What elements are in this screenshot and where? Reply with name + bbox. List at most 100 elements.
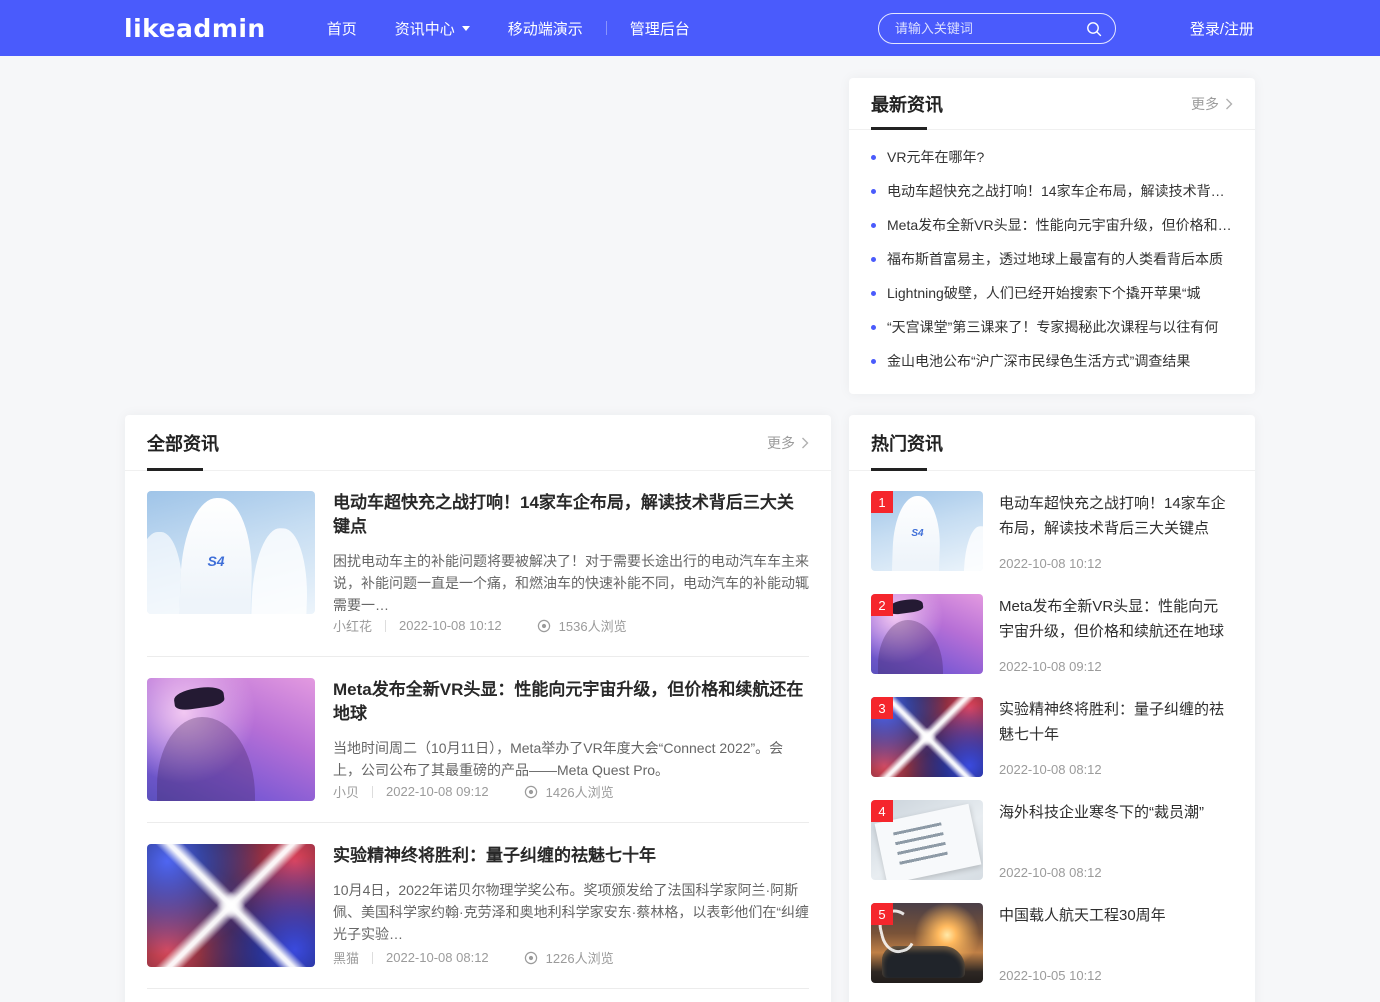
list-item[interactable]: “天宫课堂”第三课来了！专家揭秘此次课程与以往有何 (871, 310, 1233, 344)
bullet-dot-icon (871, 359, 876, 364)
all-news-title: 全部资讯 (147, 430, 219, 456)
title-underline (871, 468, 927, 471)
nav-item-home[interactable]: 首页 (308, 0, 376, 56)
hot-item-title: 中国载人航天工程30周年 (999, 903, 1233, 928)
hot-news-panel: 热门资讯 1 电动车超快充之战打响！14家车企布局，解读技术背后三大关键点 20… (849, 415, 1255, 1002)
article-thumbnail (147, 678, 315, 801)
article-list: 电动车超快充之战打响！14家车企布局，解读技术背后三大关键点 困扰电动车主的补能… (125, 471, 831, 1002)
article-date: 2022-10-08 10:12 (399, 618, 502, 633)
hot-news-item[interactable]: 3 实验精神终将胜利：量子纠缠的祛魅七十年 2022-10-08 08:12 (871, 697, 1233, 777)
hot-news-header: 热门资讯 (849, 415, 1255, 471)
all-news-more-link[interactable]: 更多 (767, 433, 809, 453)
all-news-header: 全部资讯 更多 (125, 415, 831, 471)
bullet-dot-icon (871, 223, 876, 228)
right-column: 最新资讯 更多 VR元年在哪年? 电动车超快充之战打响！14家车企布局，解读技术… (849, 56, 1255, 1002)
hot-thumbnail: 5 (871, 903, 983, 983)
views-eye-icon (523, 784, 539, 800)
article-thumbnail (147, 491, 315, 614)
latest-news-list: VR元年在哪年? 电动车超快充之战打响！14家车企布局，解读技术背后三… Met… (849, 130, 1255, 392)
hot-news-item[interactable]: 1 电动车超快充之战打响！14家车企布局，解读技术背后三大关键点 2022-10… (871, 491, 1233, 571)
hot-item-date: 2022-10-08 09:12 (999, 659, 1233, 674)
hot-thumbnail: 3 (871, 697, 983, 777)
title-underline (147, 468, 203, 471)
article-row[interactable]: Meta发布全新VR头显：性能向元宇宙升级，但价格和续航还在地球 当地时间周二（… (147, 657, 809, 823)
list-item[interactable]: Meta发布全新VR头显：性能向元宇宙升级，但价格和续…还 (871, 208, 1233, 242)
nav-item-news-center[interactable]: 资讯中心 (376, 0, 489, 56)
list-item[interactable]: 电动车超快充之战打响！14家车企布局，解读技术背后三… (871, 174, 1233, 208)
latest-news-panel: 最新资讯 更多 VR元年在哪年? 电动车超快充之战打响！14家车企布局，解读技术… (849, 78, 1255, 394)
article-meta: 小红花 2022-10-08 10:12 1536人浏览 (333, 616, 809, 635)
bullet-dot-icon (871, 325, 876, 330)
hot-thumbnail: 1 (871, 491, 983, 571)
article-author: 小贝 (333, 782, 359, 801)
meta-divider (372, 952, 373, 964)
article-title: Meta发布全新VR头显：性能向元宇宙升级，但价格和续航还在地球 (333, 678, 809, 726)
article-row[interactable]: 实验精神终将胜利：量子纠缠的祛魅七十年 10月4日，2022年诺贝尔物理学奖公布… (147, 823, 809, 989)
hot-news-item[interactable]: 4 海外科技企业寒冬下的“裁员潮” 2022-10-08 08:12 (871, 800, 1233, 880)
rank-badge: 2 (871, 594, 893, 616)
logo[interactable]: likeadmin (124, 14, 266, 43)
latest-news-title: 最新资讯 (871, 91, 943, 117)
hot-item-title: Meta发布全新VR头显：性能向元宇宙升级，但价格和续航还在地球 (999, 594, 1233, 644)
article-thumbnail (147, 844, 315, 967)
hot-news-item[interactable]: 2 Meta发布全新VR头显：性能向元宇宙升级，但价格和续航还在地球 2022-… (871, 594, 1233, 674)
hot-thumbnail: 2 (871, 594, 983, 674)
article-meta: 小贝 2022-10-08 09:12 1426人浏览 (333, 782, 809, 801)
article-author: 小红花 (333, 616, 372, 635)
article-title: 电动车超快充之战打响！14家车企布局，解读技术背后三大关键点 (333, 491, 809, 539)
article-date: 2022-10-08 09:12 (386, 784, 489, 799)
article-title: 实验精神终将胜利：量子纠缠的祛魅七十年 (333, 844, 809, 868)
article-views: 1536人浏览 (559, 616, 627, 635)
list-item[interactable]: Lightning破壁，人们已经开始搜索下个撬开苹果“城 (871, 276, 1233, 310)
article-author: 黑猫 (333, 948, 359, 967)
article-desc: 当地时间周二（10月11日），Meta举办了VR年度大会“Connect 202… (333, 737, 809, 781)
chevron-right-icon (1225, 98, 1233, 110)
hot-item-date: 2022-10-08 10:12 (999, 556, 1233, 571)
latest-news-header: 最新资讯 更多 (849, 78, 1255, 130)
nav-item-mobile-demo[interactable]: 移动端演示 (489, 0, 602, 56)
hot-thumbnail: 4 (871, 800, 983, 880)
site-header: likeadmin 首页 资讯中心 移动端演示 管理后台 登录/注册 (0, 0, 1380, 56)
meta-divider (372, 786, 373, 798)
list-item[interactable]: 福布斯首富易主，透过地球上最富有的人类看背后本质 (871, 242, 1233, 276)
main-nav: 首页 资讯中心 移动端演示 管理后台 (308, 0, 709, 56)
bullet-dot-icon (871, 291, 876, 296)
chevron-right-icon (801, 437, 809, 449)
hot-item-date: 2022-10-08 08:12 (999, 762, 1233, 777)
bullet-dot-icon (871, 257, 876, 262)
nav-divider (606, 21, 607, 35)
login-register-link[interactable]: 登录/注册 (1190, 18, 1254, 39)
nav-item-admin[interactable]: 管理后台 (611, 0, 709, 56)
hot-item-date: 2022-10-08 08:12 (999, 865, 1233, 880)
hot-news-item[interactable]: 5 中国载人航天工程30周年 2022-10-05 10:12 (871, 903, 1233, 983)
search-input[interactable] (879, 14, 1115, 43)
rank-badge: 5 (871, 903, 893, 925)
article-views: 1226人浏览 (546, 948, 614, 967)
rank-badge: 1 (871, 491, 893, 513)
chevron-down-icon (462, 26, 470, 31)
bullet-dot-icon (871, 189, 876, 194)
article-desc: 10月4日，2022年诺贝尔物理学奖公布。奖项颁发给了法国科学家阿兰·阿斯佩、美… (333, 879, 809, 945)
article-meta: 黑猫 2022-10-08 08:12 1226人浏览 (333, 948, 809, 967)
rank-badge: 3 (871, 697, 893, 719)
all-news-panel: 全部资讯 更多 电动车超快充之战打响！14家车企布局，解读技术背后三大关键点 困… (125, 415, 831, 1002)
hot-item-title: 海外科技企业寒冬下的“裁员潮” (999, 800, 1233, 825)
title-underline (871, 127, 927, 130)
hot-news-list: 1 电动车超快充之战打响！14家车企布局，解读技术背后三大关键点 2022-10… (849, 471, 1255, 983)
views-eye-icon (523, 950, 539, 966)
list-item[interactable]: VR元年在哪年? (871, 140, 1233, 174)
article-desc: 困扰电动车主的补能问题将要被解决了！对于需要长途出行的电动汽车车主来说，补能问题… (333, 550, 809, 616)
hot-item-date: 2022-10-05 10:12 (999, 968, 1233, 983)
list-item[interactable]: 金山电池公布“沪广深市民绿色生活方式”调查结果 (871, 344, 1233, 378)
article-date: 2022-10-08 08:12 (386, 950, 489, 965)
header-right: 登录/注册 (878, 13, 1254, 44)
article-row[interactable]: 海外科技企业寒冬下的“裁员潮” (147, 989, 809, 1002)
meta-divider (385, 620, 386, 632)
search-box (878, 13, 1116, 44)
article-views: 1426人浏览 (546, 782, 614, 801)
bullet-dot-icon (871, 155, 876, 160)
search-icon[interactable] (1085, 20, 1103, 43)
left-column: 全部资讯 更多 电动车超快充之战打响！14家车企布局，解读技术背后三大关键点 困… (125, 56, 831, 1002)
latest-news-more-link[interactable]: 更多 (1191, 94, 1233, 114)
article-row[interactable]: 电动车超快充之战打响！14家车企布局，解读技术背后三大关键点 困扰电动车主的补能… (147, 471, 809, 657)
